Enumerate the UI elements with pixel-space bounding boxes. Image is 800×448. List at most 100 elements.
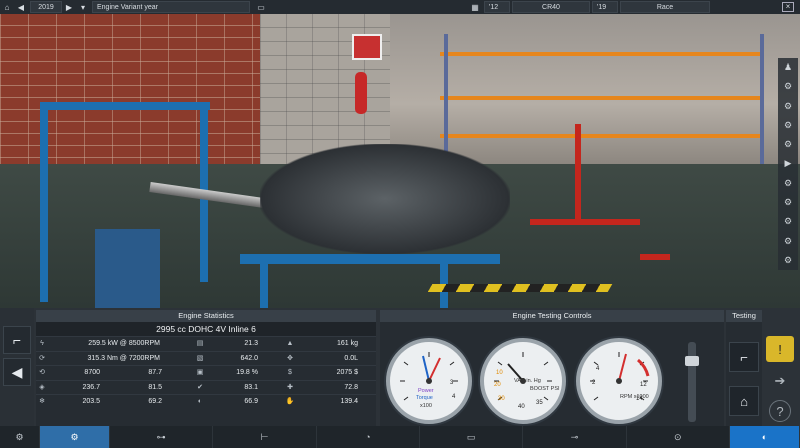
prev-icon[interactable]: ◀ [14, 0, 28, 14]
exhaust-icon[interactable]: ⊸ [523, 426, 627, 448]
right-toolbar: ♟ ⚙ ⚙ ⚙ ⚙ ▶ ⚙ ⚙ ⚙ ⚙ ⚙ [778, 58, 798, 270]
engine-stand-red [575, 124, 581, 224]
home-icon[interactable]: ⌂ [0, 0, 14, 14]
part-icon[interactable]: ⚙ [784, 178, 792, 189]
close-button[interactable]: × [782, 2, 794, 12]
car-icon[interactable]: ▭ [254, 0, 268, 14]
redline-icon: ⟲ [39, 369, 45, 376]
boost-unit: BOOST PSI [530, 386, 560, 392]
shelf-rail [440, 134, 760, 138]
boost-vacuum-gauge: 10 20 30 40 35 VAC in. Hg BOOST PSI [480, 338, 566, 424]
compare-year-right: '19 [592, 1, 618, 13]
svg-text:40: 40 [518, 404, 525, 410]
part-icon[interactable]: ⚙ [784, 197, 792, 208]
exit-sign [352, 34, 382, 60]
model-field[interactable]: CR40 [512, 1, 590, 13]
power-label: Power [418, 388, 434, 394]
engine-cost: 2075 $ [336, 369, 358, 376]
compare-year-left: '12 [484, 1, 510, 13]
calendar-icon[interactable]: ▦ [468, 0, 482, 14]
shelf-post [760, 34, 764, 164]
stat-value: 0.0L [344, 354, 358, 362]
part-icon[interactable]: ⚙ [784, 120, 792, 131]
svg-text:20: 20 [494, 382, 501, 388]
production-icon: ✋ [285, 398, 295, 405]
engine-3d-viewport[interactable] [0, 14, 800, 308]
alert-button[interactable]: ! [766, 336, 794, 362]
graph-icon[interactable]: ⌐ [3, 326, 31, 354]
svg-text:2: 2 [592, 380, 596, 386]
torque-label: Torque [416, 395, 433, 401]
emissions-icon: ◐ [197, 398, 203, 405]
svg-text:10: 10 [496, 370, 503, 376]
tune-icon[interactable]: ⊙ [627, 426, 730, 448]
collapse-icon[interactable]: ▶ [785, 158, 792, 169]
help-icon[interactable]: ? [769, 400, 791, 422]
dyno-frame [40, 102, 48, 302]
left-button-column: ⌐ ◀ [0, 308, 34, 426]
pedestrian-icon[interactable]: ♟ [784, 62, 792, 73]
part-icon[interactable]: ⚙ [784, 216, 792, 227]
stat-value: 21.3 [244, 340, 258, 347]
stat-value: 83.1 [244, 383, 258, 391]
stat-value: 72.8 [344, 383, 358, 391]
part-icon[interactable]: ⚙ [784, 236, 792, 247]
fuel-icon: ▧ [196, 354, 204, 362]
stat-value: 19.8 % [236, 369, 258, 376]
throttle-slider-knob[interactable] [685, 356, 699, 366]
top-end-icon[interactable]: ⊶ [110, 426, 214, 448]
dyno-base [95, 229, 160, 308]
inline6-engine-model [260, 144, 510, 254]
fire-extinguisher [355, 72, 367, 114]
stat-value: 81.5 [148, 383, 162, 391]
rpm-gauge: 4 2 12 14 RPM x1000 [576, 338, 662, 424]
rpm-unit: RPM x1000 [620, 394, 649, 400]
bottom-panel: ⌐ ◀ Engine Statistics 2995 cc DOHC 4V In… [0, 308, 800, 426]
part-icon[interactable]: ⚙ [784, 139, 792, 150]
efficiency-icon: ▣ [196, 369, 204, 376]
table-row: ϟ 259.5 kW @ 8500RPM ▤ 21.3 ▲ 161 kg [36, 336, 376, 351]
stat-value: 139.4 [340, 398, 358, 405]
testing-icon[interactable]: ◐ [729, 426, 800, 448]
year-field[interactable]: 2019 [30, 1, 62, 13]
engine-summary: 2995 cc DOHC 4V Inline 6 [36, 322, 376, 336]
dropdown-icon[interactable]: ▾ [76, 0, 90, 14]
mode-field[interactable]: Race [620, 1, 710, 13]
stat-value: 236.7 [82, 383, 100, 391]
side-action-buttons: ! ➔ ? [764, 336, 798, 426]
bottom-end-icon[interactable]: ⚙ [40, 426, 110, 448]
part-icon[interactable]: ⚙ [784, 81, 792, 92]
rpm-icon: ▤ [196, 340, 204, 347]
engine-weight: 161 kg [336, 340, 358, 347]
torque-icon: ⟳ [39, 354, 45, 362]
stat-value: 69.2 [148, 398, 162, 405]
service-icon: ✚ [287, 383, 293, 391]
shelf-rail [440, 96, 760, 100]
peak-power: 259.5 kW @ 8500RPM [88, 340, 160, 347]
cost-icon: $ [288, 369, 292, 376]
stat-value: 203.5 [82, 398, 100, 405]
svg-text:30: 30 [498, 396, 505, 402]
dyno-icon[interactable]: ⌂ [729, 386, 759, 416]
aspiration-icon[interactable]: ⊢ [213, 426, 317, 448]
graph-icon[interactable]: ⌐ [729, 342, 759, 372]
engine-stand-red [640, 254, 670, 260]
turbo-icon[interactable]: ◔ [317, 426, 420, 448]
next-arrow-icon[interactable]: ➔ [766, 368, 794, 394]
part-icon[interactable]: ⚙ [784, 101, 792, 112]
next-icon[interactable]: ▶ [62, 0, 76, 14]
variant-year-label: Engine Variant year [92, 1, 250, 13]
hazard-stripe [427, 284, 613, 292]
fuel-icon[interactable]: ▭ [420, 426, 524, 448]
temp-icon: ◈ [39, 383, 45, 391]
table-row: ◈ 236.7 81.5 ✔ 83.1 ✚ 72.8 [36, 379, 376, 395]
svg-text:4: 4 [596, 366, 600, 372]
throttle-slider[interactable] [688, 342, 696, 422]
reliability-icon: ✔ [197, 383, 203, 391]
part-icon[interactable]: ⚙ [784, 255, 792, 266]
engine-family-icon[interactable]: ⚙ [0, 426, 40, 448]
power-torque-gauge: 3 4 Power Torque x100 [386, 338, 472, 424]
svg-text:4: 4 [452, 394, 456, 400]
back-arrow-icon[interactable]: ◀ [3, 358, 31, 386]
svg-text:12: 12 [640, 382, 647, 388]
